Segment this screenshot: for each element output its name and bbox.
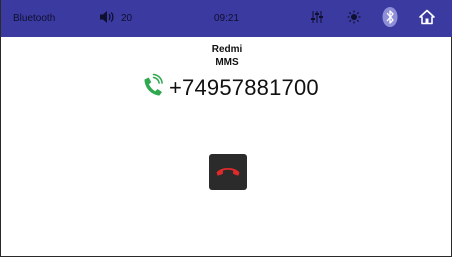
- speaker-icon: [99, 10, 115, 27]
- equalizer-icon: [310, 10, 324, 27]
- bluetooth-icon: [381, 6, 399, 31]
- brightness-icon: [347, 10, 361, 27]
- phone-number: +74957881700: [169, 75, 319, 100]
- call-screen: Bluetooth 20 09:21 Redmi MMS +7495788170…: [0, 0, 452, 257]
- home-button[interactable]: [419, 0, 435, 37]
- home-icon: [419, 9, 435, 28]
- phone-number-row: +74957881700: [141, 73, 319, 103]
- equalizer-button[interactable]: [310, 0, 324, 37]
- hang-up-icon: [215, 163, 241, 182]
- source-label[interactable]: Bluetooth: [13, 0, 55, 37]
- call-type-label: MMS: [215, 57, 239, 68]
- status-bar: Bluetooth 20 09:21: [1, 0, 452, 37]
- caller-name: Redmi: [211, 44, 243, 55]
- hang-up-button[interactable]: [209, 154, 247, 190]
- incoming-call-icon: [141, 73, 165, 104]
- bluetooth-button[interactable]: [381, 0, 399, 37]
- brightness-button[interactable]: [347, 0, 361, 37]
- volume-value: 20: [121, 13, 133, 24]
- clock-time: 09:21: [214, 13, 240, 24]
- volume-control[interactable]: 20: [99, 0, 132, 37]
